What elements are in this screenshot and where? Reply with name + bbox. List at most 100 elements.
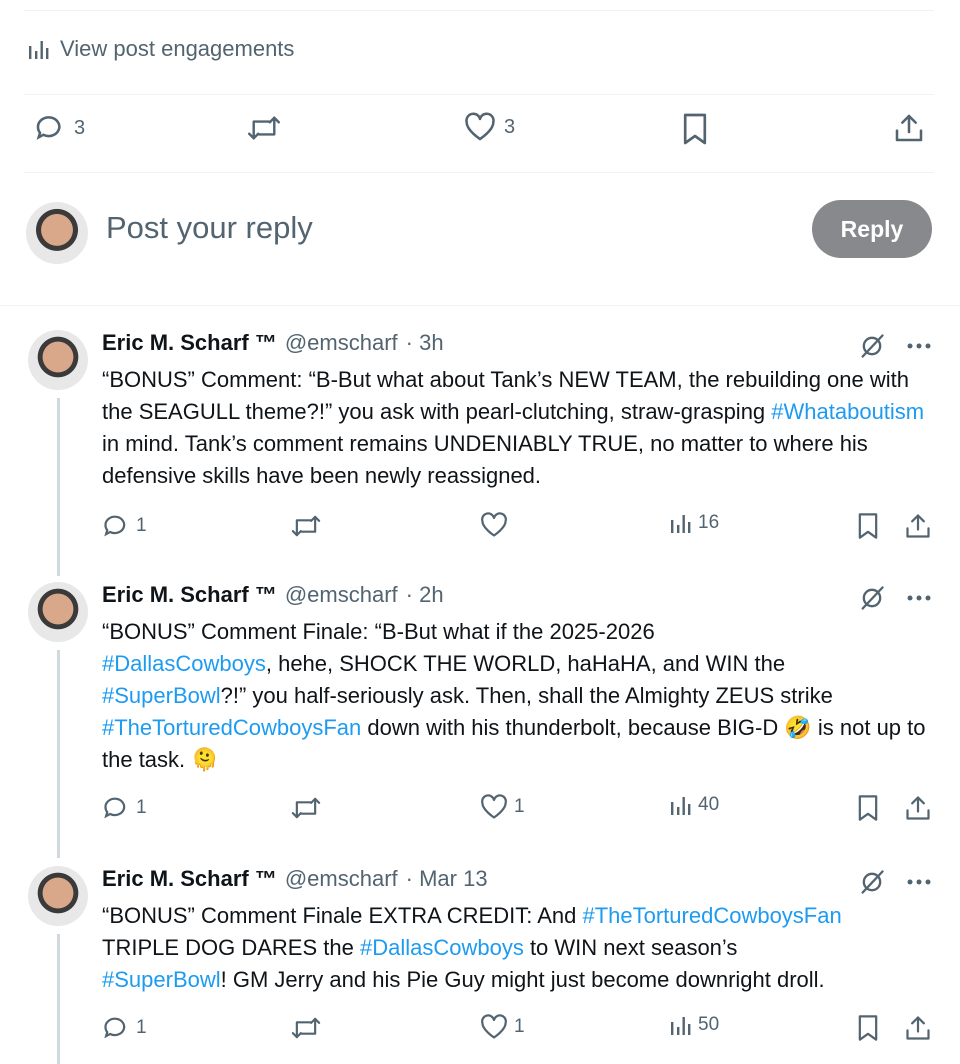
bookmark-icon [856, 512, 880, 540]
tweet-text-segment: to WIN next season’s [529, 935, 738, 960]
divider [24, 10, 934, 11]
bookmark-action[interactable] [681, 112, 709, 146]
like-action[interactable]: 3 [464, 112, 515, 142]
analytics-icon [670, 794, 692, 816]
reply-action[interactable]: 1 [102, 1014, 147, 1042]
views-action[interactable]: 50 [670, 1014, 719, 1036]
share-icon [904, 794, 932, 822]
grok-icon[interactable] [858, 332, 886, 360]
tweet-header: Eric M. Scharf ™ @emscharf · 3h [102, 330, 444, 356]
grok-icon[interactable] [858, 868, 886, 896]
grok-icon[interactable] [858, 584, 886, 612]
avatar[interactable] [28, 330, 88, 390]
reply-button[interactable]: Reply [812, 200, 932, 258]
hashtag-link[interactable]: #DallasCowboys [360, 935, 524, 960]
hashtag-link[interactable]: #SuperBowl [102, 683, 221, 708]
divider [24, 94, 934, 95]
like-action[interactable]: 1 [480, 1014, 525, 1040]
main-action-bar: 3 3 [0, 112, 960, 156]
share-action[interactable] [904, 1014, 932, 1042]
tweet-text: “BONUS” Comment Finale EXTRA CREDIT: And… [102, 900, 932, 996]
bookmark-icon [856, 1014, 880, 1042]
heart-icon [480, 1014, 508, 1040]
timestamp[interactable]: · Mar 13 [406, 866, 488, 892]
hashtag-link[interactable]: #DallasCowboys [102, 651, 266, 676]
bookmark-icon [681, 112, 709, 146]
more-icon[interactable] [906, 878, 932, 886]
tweet-menu [858, 868, 932, 896]
reply-count: 1 [136, 1017, 147, 1038]
views-count: 16 [698, 512, 720, 533]
tweet-text-segment: , hehe, SHOCK THE WORLD, haHaHA, and WIN… [265, 651, 786, 676]
tweet-action-bar: 1 16 [0, 512, 960, 548]
avatar[interactable] [26, 202, 88, 264]
reply-composer: Post your reply Reply [0, 196, 960, 268]
tweet-header: Eric M. Scharf ™ @emscharf · Mar 13 [102, 866, 488, 892]
author-handle[interactable]: @emscharf [285, 330, 398, 356]
reply-action[interactable]: 1 [102, 512, 147, 540]
tweet-text-segment: ! GM Jerry and his Pie Guy might just be… [220, 967, 825, 992]
reply-icon [34, 112, 66, 144]
hashtag-link[interactable]: #TheTorturedCowboysFan [582, 903, 841, 928]
reply-icon [102, 1014, 130, 1042]
hashtag-link[interactable]: #SuperBowl [102, 967, 221, 992]
hashtag-link[interactable]: #TheTorturedCowboysFan [102, 715, 361, 740]
hashtag-link[interactable]: #Whataboutism [771, 399, 924, 424]
tweet-header: Eric M. Scharf ™ @emscharf · 2h [102, 582, 444, 608]
tweet-text: “BONUS” Comment Finale: “B-But what if t… [102, 616, 932, 776]
repost-icon [290, 1014, 322, 1042]
tweet-text-segment: ?!” you half-seriously ask. Then, shall … [220, 683, 833, 708]
repost-icon [290, 794, 322, 822]
reply-icon [102, 512, 130, 540]
like-count: 1 [514, 796, 525, 817]
divider [24, 172, 934, 173]
bookmark-icon [856, 794, 880, 822]
like-count: 3 [504, 115, 516, 138]
bookmark-action[interactable] [856, 512, 880, 540]
tweet-text-segment: “BONUS” Comment Finale EXTRA CREDIT: And [102, 903, 583, 928]
analytics-icon [28, 38, 50, 60]
share-icon [904, 1014, 932, 1042]
tweet-text-segment: TRIPLE DOG DARES the [102, 935, 354, 960]
like-action[interactable] [480, 512, 508, 538]
more-icon[interactable] [906, 342, 932, 350]
repost-action[interactable] [290, 794, 322, 822]
reply-input[interactable]: Post your reply [106, 210, 313, 246]
repost-action[interactable] [246, 112, 282, 144]
view-engagements-link[interactable]: View post engagements [28, 36, 294, 62]
views-action[interactable]: 16 [670, 512, 719, 534]
author-handle[interactable]: @emscharf [285, 582, 398, 608]
author-handle[interactable]: @emscharf [285, 866, 398, 892]
share-action[interactable] [893, 112, 925, 144]
like-action[interactable]: 1 [480, 794, 525, 820]
reply-count: 3 [74, 116, 86, 139]
reply-icon [102, 794, 130, 822]
more-icon[interactable] [906, 594, 932, 602]
repost-icon [290, 512, 322, 540]
views-action[interactable]: 40 [670, 794, 719, 816]
tweet-menu [858, 584, 932, 612]
reply-action[interactable]: 1 [102, 794, 147, 822]
tweet-text-segment: “BONUS” Comment Finale: “B-But what if t… [102, 619, 655, 644]
author-name[interactable]: Eric M. Scharf ™ [102, 866, 277, 892]
bookmark-action[interactable] [856, 1014, 880, 1042]
divider [0, 305, 960, 306]
repost-icon [246, 112, 282, 144]
engagements-label: View post engagements [60, 36, 295, 61]
repost-action[interactable] [290, 1014, 322, 1042]
share-action[interactable] [904, 512, 932, 540]
avatar[interactable] [28, 582, 88, 642]
share-action[interactable] [904, 794, 932, 822]
heart-icon [480, 512, 508, 538]
avatar[interactable] [28, 866, 88, 926]
repost-action[interactable] [290, 512, 322, 540]
tweet-action-bar: 1 1 40 [0, 794, 960, 830]
thread-line [57, 398, 60, 576]
timestamp[interactable]: · 3h [406, 330, 444, 356]
reply-action[interactable]: 3 [34, 112, 85, 144]
bookmark-action[interactable] [856, 794, 880, 822]
author-name[interactable]: Eric M. Scharf ™ [102, 582, 277, 608]
author-name[interactable]: Eric M. Scharf ™ [102, 330, 277, 356]
timestamp[interactable]: · 2h [406, 582, 444, 608]
views-count: 40 [698, 794, 720, 815]
